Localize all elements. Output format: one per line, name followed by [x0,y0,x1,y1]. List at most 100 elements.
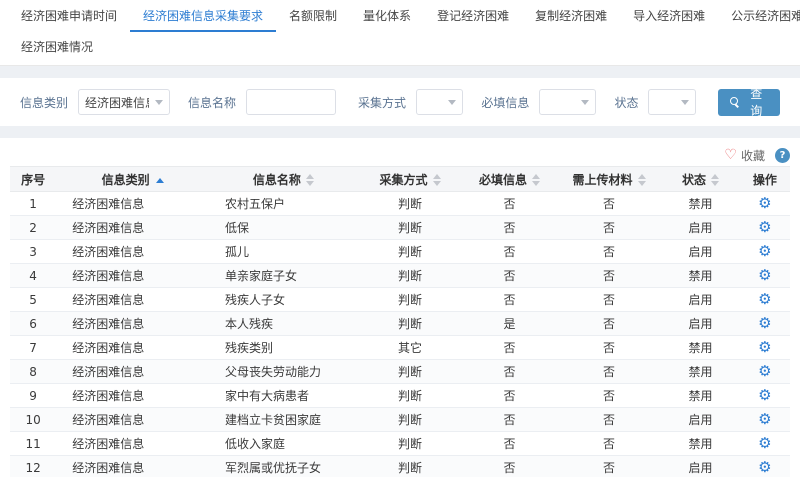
sort-up-icon [532,174,540,179]
cell-upload: 否 [557,264,662,288]
cell-category: 经济困难信息 [56,288,209,312]
settings-gear-icon[interactable]: ⚙ [758,218,771,236]
cell-category: 经济困难信息 [56,240,209,264]
cell-upload: 否 [557,216,662,240]
settings-gear-icon[interactable]: ⚙ [758,338,771,356]
column-header-label: 序号 [21,173,45,187]
table-row: 2经济困难信息低保判断否否启用⚙ [10,216,790,240]
tab-quota-limit[interactable]: 名额限制 [276,0,350,32]
cell-actions: ⚙ [740,336,790,360]
cell-upload: 否 [557,456,662,477]
settings-gear-icon[interactable]: ⚙ [758,266,771,284]
tab-economic-info-requirements[interactable]: 经济困难信息采集要求 [130,0,276,32]
filter-required-label: 必填信息 [481,94,529,111]
column-header[interactable]: 采集方式 [358,167,463,192]
cell-status: 禁用 [661,264,739,288]
column-header-label: 采集方式 [380,173,428,187]
category-select[interactable]: 经济困难信息 [78,89,170,115]
cell-category: 经济困难信息 [56,216,209,240]
cell-required: 否 [462,408,556,432]
column-header[interactable]: 信息名称 [209,167,358,192]
cell-name: 本人残疾 [209,312,358,336]
column-header[interactable]: 状态 [661,167,739,192]
sort-icons [306,174,314,186]
tab-copy-economic[interactable]: 复制经济困难 [522,0,620,32]
sort-up-icon [638,174,646,179]
cell-category: 经济困难信息 [56,192,209,216]
tab-quantify-system[interactable]: 量化体系 [350,0,424,32]
column-header[interactable]: 信息类别 [56,167,209,192]
column-header-label: 操作 [753,173,777,187]
cell-required: 是 [462,312,556,336]
cell-status: 启用 [661,408,739,432]
cell-status: 启用 [661,288,739,312]
chevron-down-icon [448,100,456,105]
cell-method: 判断 [358,384,463,408]
cell-actions: ⚙ [740,432,790,456]
cell-category: 经济困难信息 [56,336,209,360]
settings-gear-icon[interactable]: ⚙ [758,194,771,212]
search-icon [730,97,740,107]
status-select[interactable] [648,89,695,115]
cell-status: 禁用 [661,432,739,456]
settings-gear-icon[interactable]: ⚙ [758,314,771,332]
cell-no: 6 [10,312,56,336]
cell-category: 经济困难信息 [56,408,209,432]
settings-gear-icon[interactable]: ⚙ [758,290,771,308]
tab-economic-situation[interactable]: 经济困难情况 [8,32,106,65]
cell-method: 判断 [358,240,463,264]
cell-category: 经济困难信息 [56,384,209,408]
cell-required: 否 [462,216,556,240]
settings-gear-icon[interactable]: ⚙ [758,458,771,476]
cell-no: 3 [10,240,56,264]
cell-no: 5 [10,288,56,312]
sort-icons [711,174,719,186]
tab-import-economic[interactable]: 导入经济困难 [620,0,718,32]
method-select[interactable] [416,89,463,115]
table-row: 4经济困难信息单亲家庭子女判断否否禁用⚙ [10,264,790,288]
table-row: 9经济困难信息家中有大病患者判断否否禁用⚙ [10,384,790,408]
cell-required: 否 [462,336,556,360]
cell-no: 1 [10,192,56,216]
cell-actions: ⚙ [740,216,790,240]
cell-no: 7 [10,336,56,360]
tab-publicize-economic[interactable]: 公示经济困难 [718,0,800,32]
cell-status: 禁用 [661,384,739,408]
column-header[interactable]: 必填信息 [462,167,556,192]
required-select[interactable] [539,89,596,115]
settings-gear-icon[interactable]: ⚙ [758,362,771,380]
settings-gear-icon[interactable]: ⚙ [758,386,771,404]
cell-upload: 否 [557,408,662,432]
cell-actions: ⚙ [740,384,790,408]
cell-required: 否 [462,288,556,312]
sort-down-icon [711,181,719,186]
cell-upload: 否 [557,240,662,264]
column-header-label: 状态 [682,173,706,187]
cell-upload: 否 [557,312,662,336]
tabs-row-1: 经济困难申请时间 经济困难信息采集要求 名额限制 量化体系 登记经济困难 复制经… [8,0,792,32]
query-button[interactable]: 查询 [718,89,780,116]
chevron-down-icon [681,100,689,105]
sort-down-icon [638,181,646,186]
cell-category: 经济困难信息 [56,456,209,477]
favorite-button[interactable]: ♡ 收藏 [724,147,765,164]
name-input[interactable] [246,89,336,115]
cell-no: 10 [10,408,56,432]
settings-gear-icon[interactable]: ⚙ [758,242,771,260]
tab-register-economic[interactable]: 登记经济困难 [424,0,522,32]
help-icon[interactable]: ? [775,148,790,163]
cell-method: 判断 [358,360,463,384]
cell-name: 父母丧失劳动能力 [209,360,358,384]
tab-economic-apply-time[interactable]: 经济困难申请时间 [8,0,130,32]
column-header[interactable]: 需上传材料 [557,167,662,192]
settings-gear-icon[interactable]: ⚙ [758,410,771,428]
cell-actions: ⚙ [740,312,790,336]
cell-no: 9 [10,384,56,408]
settings-gear-icon[interactable]: ⚙ [758,434,771,452]
column-header-label: 必填信息 [479,173,527,187]
cell-name: 农村五保户 [209,192,358,216]
sort-icons [638,174,646,186]
cell-no: 11 [10,432,56,456]
cell-status: 启用 [661,312,739,336]
table-row: 1经济困难信息农村五保户判断否否禁用⚙ [10,192,790,216]
